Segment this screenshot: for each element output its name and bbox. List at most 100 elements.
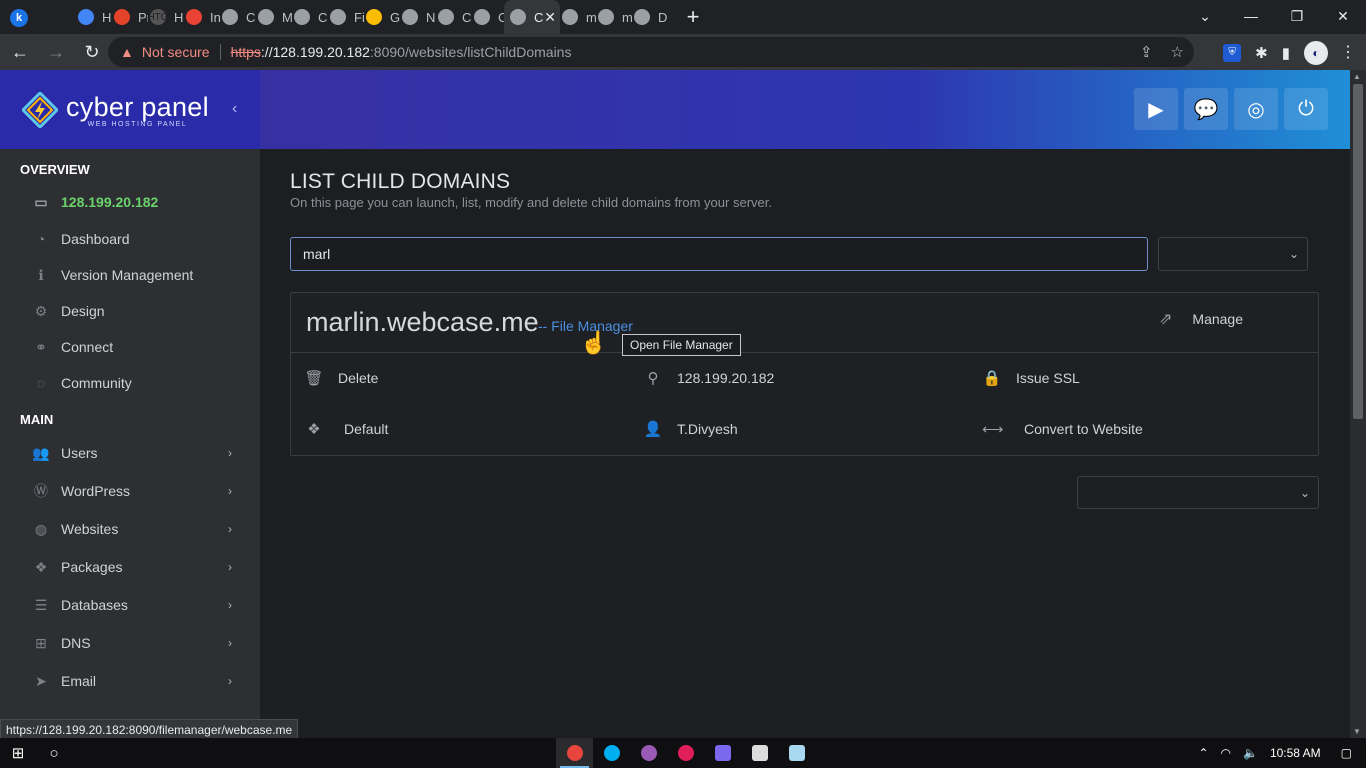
chat-icon[interactable]: 💬 bbox=[1184, 88, 1228, 130]
volume-icon[interactable]: 🔈 bbox=[1243, 746, 1258, 760]
sidebar-item-databases[interactable]: ☰ Databases › bbox=[32, 592, 232, 618]
browser-menu-icon[interactable]: ⋮ bbox=[1340, 42, 1356, 62]
browser-tab[interactable]: HTGHow bbox=[144, 0, 184, 34]
taskbar-app-skype[interactable] bbox=[593, 738, 630, 768]
page-subtitle: On this page you can launch, list, modif… bbox=[290, 195, 772, 210]
clock[interactable]: 10:58 AM bbox=[1270, 746, 1321, 760]
cortana-search-icon[interactable]: ○ bbox=[36, 745, 72, 762]
link-status-bar: https://128.199.20.182:8090/filemanager/… bbox=[0, 719, 299, 738]
reload-button[interactable]: ↻ bbox=[76, 42, 108, 63]
link-icon: ⚭ bbox=[35, 338, 47, 355]
minimize-button[interactable]: — bbox=[1228, 0, 1274, 34]
sidebar-item-dashboard[interactable]: ◔ Dashboard bbox=[32, 226, 232, 252]
sidebar-item-version-management[interactable]: ℹ Version Management bbox=[32, 262, 232, 288]
sidebar-item-server-ip[interactable]: ▭ 128.199.20.182 bbox=[32, 189, 232, 215]
taskbar-app-notepad[interactable] bbox=[778, 738, 815, 768]
chevron-right-icon: › bbox=[228, 484, 232, 498]
browser-tab[interactable]: File M bbox=[324, 0, 364, 34]
browser-tab[interactable]: Child bbox=[432, 0, 472, 34]
sidebar-item-connect[interactable]: ⚭ Connect bbox=[32, 334, 232, 360]
tab-favicon-icon bbox=[222, 9, 238, 25]
page-title: LIST CHILD DOMAINS bbox=[290, 170, 511, 193]
scroll-down-icon[interactable]: ▼ bbox=[1353, 727, 1361, 736]
restore-button[interactable]: ❐ bbox=[1274, 0, 1320, 34]
support-lifebuoy-icon[interactable]: ◎ bbox=[1234, 88, 1278, 130]
tab-favicon-icon bbox=[634, 9, 650, 25]
sidebar-item-wordpress[interactable]: Ⓦ WordPress › bbox=[32, 478, 232, 504]
back-button[interactable]: ← bbox=[4, 42, 36, 63]
browser-tab[interactable]: Goog bbox=[360, 0, 400, 34]
browser-tab[interactable]: marl bbox=[556, 0, 596, 34]
profile-avatar-icon[interactable]: ◐ bbox=[1304, 41, 1328, 65]
side-panel-icon[interactable]: ▮ bbox=[1282, 44, 1290, 62]
profile-icon[interactable]: k bbox=[0, 8, 38, 27]
wifi-icon[interactable]: ◠ bbox=[1221, 746, 1231, 760]
sidebar-item-websites[interactable]: ◍ Websites › bbox=[32, 516, 232, 542]
browser-tab[interactable]: Child bbox=[288, 0, 328, 34]
browser-tab[interactable]: How bbox=[72, 0, 112, 34]
browser-tab[interactable]: Dash bbox=[628, 0, 668, 34]
scrollbar-thumb[interactable] bbox=[1353, 84, 1363, 419]
new-tab-button[interactable]: + bbox=[676, 4, 710, 30]
notifications-icon[interactable]: ▢ bbox=[1341, 746, 1352, 760]
tab-title: C bbox=[534, 9, 544, 25]
sidebar-item-label: Dashboard bbox=[61, 231, 130, 247]
tab-close-icon[interactable]: ✕ bbox=[544, 9, 556, 26]
sidebar-item-packages[interactable]: ❖ Packages › bbox=[32, 554, 232, 580]
app3-icon bbox=[640, 745, 657, 761]
browser-tab[interactable]: C ✕ bbox=[504, 0, 560, 34]
sidebar-item-dns[interactable]: ⊞ DNS › bbox=[32, 630, 232, 656]
tab-search-icon[interactable]: ⌄ bbox=[1182, 0, 1228, 34]
system-tray: ⌃ ◠ 🔈 10:58 AM ▢ bbox=[1192, 738, 1366, 768]
skype-icon bbox=[603, 745, 620, 761]
manage-button[interactable]: ⇗ Manage bbox=[1159, 309, 1243, 329]
power-logout-icon[interactable]: ⏻ bbox=[1284, 88, 1328, 130]
taskbar-app-sync[interactable] bbox=[741, 738, 778, 768]
browser-tab[interactable]: marl bbox=[592, 0, 632, 34]
sidebar-item-design[interactable]: ⚙ Design bbox=[32, 298, 232, 324]
taskbar-app-app5[interactable] bbox=[704, 738, 741, 768]
bitwarden-extension-icon[interactable]: ⛨ bbox=[1223, 44, 1242, 62]
tab-favicon-icon bbox=[294, 9, 310, 25]
tab-favicon-icon: HTG bbox=[147, 9, 169, 25]
delete-label: Delete bbox=[338, 370, 379, 386]
forward-button[interactable]: → bbox=[40, 42, 72, 63]
share-icon[interactable]: ⇪ bbox=[1140, 43, 1153, 61]
child-domain-search-input[interactable] bbox=[290, 237, 1148, 271]
address-bar[interactable]: ▲ Not secure https ://128.199.20.182 :80… bbox=[108, 37, 1194, 67]
pagination-select[interactable]: ⌄ bbox=[1077, 476, 1319, 509]
browser-tab[interactable]: Marl bbox=[252, 0, 292, 34]
convert-to-website-button[interactable]: ⟷ Convert to Website bbox=[982, 420, 1143, 438]
puzzle-extensions-icon[interactable]: ✱ bbox=[1255, 44, 1268, 62]
records-per-page-select[interactable]: ⌄ bbox=[1158, 237, 1308, 271]
page-scrollbar[interactable]: ▲ ▼ bbox=[1350, 70, 1366, 738]
taskbar-app-app3[interactable] bbox=[630, 738, 667, 768]
wordpress-icon: Ⓦ bbox=[34, 483, 48, 499]
sidebar-item-label: DNS bbox=[61, 635, 91, 651]
not-secure-label[interactable]: Not secure bbox=[142, 44, 210, 60]
url-scheme: https bbox=[230, 44, 261, 60]
close-window-button[interactable]: ✕ bbox=[1320, 0, 1366, 34]
app5-icon bbox=[714, 745, 731, 761]
browser-tab[interactable]: Proje bbox=[108, 0, 148, 34]
browser-tab[interactable]: Inbo bbox=[180, 0, 220, 34]
issue-ssl-button[interactable]: 🔒 Issue SSL bbox=[982, 369, 1080, 387]
taskbar-app-slack[interactable] bbox=[667, 738, 704, 768]
browser-tab[interactable]: Child bbox=[216, 0, 256, 34]
domain-name[interactable]: marlin.webcase.me bbox=[306, 307, 539, 338]
bookmark-star-icon[interactable]: ☆ bbox=[1171, 43, 1184, 61]
scroll-up-icon[interactable]: ▲ bbox=[1353, 72, 1361, 81]
youtube-icon[interactable]: ▶ bbox=[1134, 88, 1178, 130]
sidebar-item-email[interactable]: ➤ Email › bbox=[32, 668, 232, 694]
browser-tab[interactable]: Child bbox=[468, 0, 508, 34]
cyberpanel-logo[interactable]: cyber panel WEB HOSTING PANEL bbox=[20, 90, 209, 130]
browser-tab[interactable]: New bbox=[396, 0, 436, 34]
tray-expand-icon[interactable]: ⌃ bbox=[1198, 746, 1208, 760]
collapse-sidebar-icon[interactable]: ‹ bbox=[232, 100, 237, 118]
windows-start-icon[interactable]: ⊞ bbox=[0, 744, 36, 762]
windows-taskbar: ⊞ ○ ⌃ ◠ 🔈 10:58 AM ▢ bbox=[0, 738, 1366, 768]
sidebar-item-community[interactable]: ◌ Community bbox=[32, 370, 232, 396]
taskbar-app-chrome[interactable] bbox=[556, 738, 593, 768]
sidebar-item-users[interactable]: 👥 Users › bbox=[32, 440, 232, 466]
delete-button[interactable]: 🗑 Delete bbox=[304, 369, 378, 387]
